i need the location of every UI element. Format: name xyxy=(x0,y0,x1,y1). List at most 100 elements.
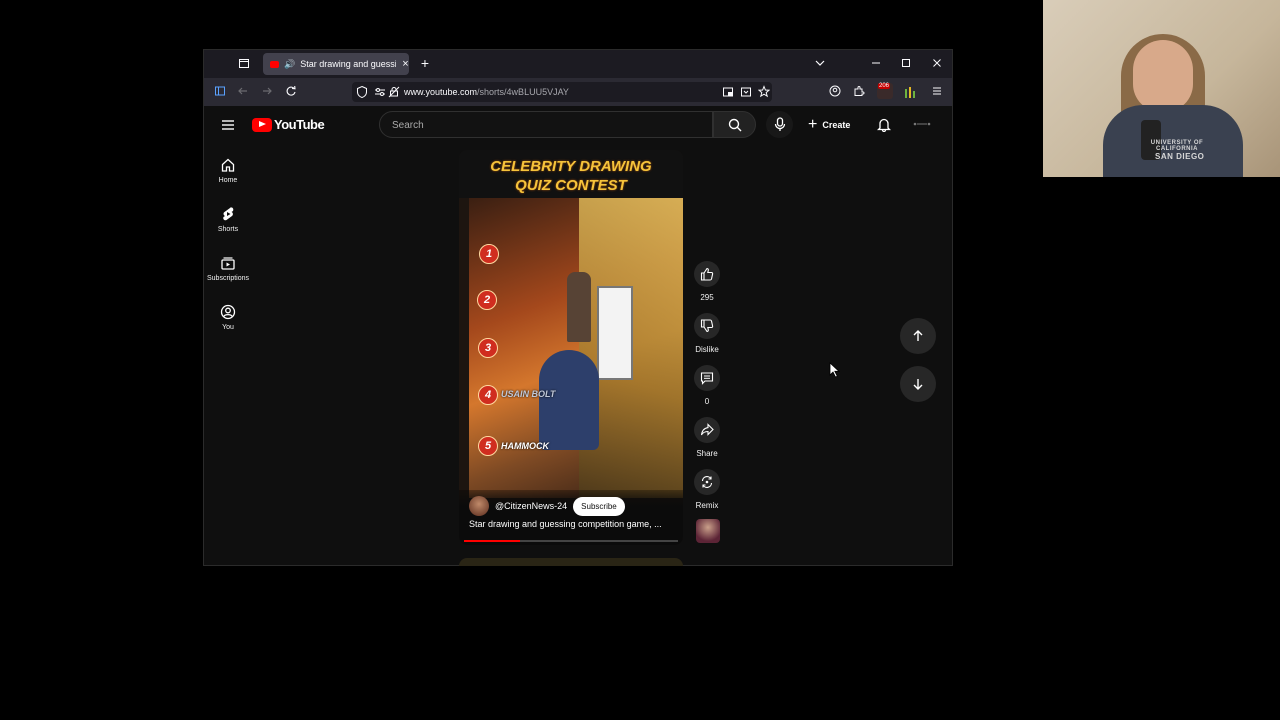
tab-close-icon[interactable]: × xyxy=(402,58,408,70)
webcam-overlay: UNIVERSITY OF CALIFORNIA SAN DIEGO xyxy=(1043,0,1280,177)
sidebar-item-shorts[interactable]: Shorts xyxy=(204,206,252,233)
tracking-shield-icon[interactable] xyxy=(356,85,370,99)
search-box xyxy=(379,111,713,139)
channel-avatar[interactable] xyxy=(469,496,489,516)
tab-title: Star drawing and guessing xyxy=(300,59,397,69)
overlay-number-5: 5 xyxy=(478,436,498,456)
extensions-icon[interactable] xyxy=(853,85,867,97)
sidebar-item-you[interactable]: You xyxy=(204,304,252,331)
dislike-button[interactable]: Dislike xyxy=(694,313,720,354)
share-icon xyxy=(700,423,714,436)
next-short-button[interactable] xyxy=(900,366,936,402)
comments-button[interactable]: 0 xyxy=(694,365,720,406)
account-icon[interactable] xyxy=(829,85,843,97)
sidebar-label-home: Home xyxy=(218,177,238,184)
extension-badge: 206 xyxy=(878,83,891,89)
back-icon[interactable] xyxy=(237,85,251,97)
reload-icon[interactable] xyxy=(285,85,299,97)
picture-in-picture-icon[interactable] xyxy=(722,85,736,99)
channel-row: @CitizenNews-24 Subscribe xyxy=(469,496,625,516)
forward-icon[interactable] xyxy=(261,85,275,97)
share-label: Share xyxy=(696,449,718,458)
search-icon xyxy=(728,118,741,132)
remix-icon xyxy=(701,476,713,488)
dislike-label: Dislike xyxy=(695,345,719,354)
tab-active[interactable]: 🔊 Star drawing and guessing × xyxy=(263,53,409,75)
youtube-favicon-icon xyxy=(270,60,279,68)
search-button[interactable] xyxy=(713,111,756,138)
lock-slash-icon[interactable] xyxy=(388,85,402,99)
overlay-number-2: 2 xyxy=(477,290,497,310)
youtube-logo-text: YouTube xyxy=(274,117,325,132)
like-button[interactable]: 295 xyxy=(694,261,720,302)
shorts-icon xyxy=(223,207,234,221)
sound-thumbnail[interactable] xyxy=(696,519,720,543)
webcam-person-face xyxy=(1133,40,1193,112)
equalizer-extension-icon[interactable] xyxy=(904,86,918,98)
sidebar-item-subscriptions[interactable]: Subscriptions xyxy=(204,255,252,282)
like-count: 295 xyxy=(700,293,714,302)
overlay-label-5: HAMMOCK xyxy=(501,441,549,451)
sidebar-toggle-icon[interactable] xyxy=(214,85,228,97)
remix-button[interactable]: Remix xyxy=(694,469,720,510)
maximize-icon[interactable] xyxy=(900,57,914,69)
bookmark-star-icon[interactable] xyxy=(758,85,772,99)
sidebar-label-shorts: Shorts xyxy=(217,226,239,233)
video-title[interactable]: Star drawing and guessing competition ga… xyxy=(469,519,674,529)
channel-name[interactable]: @CitizenNews-24 xyxy=(495,501,567,511)
browser-navbar: www.youtube.com/shorts/4wBLUU5VJAY 206 xyxy=(204,78,952,106)
thumbs-up-icon xyxy=(700,267,714,281)
speaker-icon[interactable]: 🔊 xyxy=(284,59,295,70)
sidebar-label-subscriptions: Subscriptions xyxy=(206,275,250,282)
video-person-seated xyxy=(539,350,599,450)
overlay-label-4: USAIN BOLT xyxy=(501,389,556,399)
share-button[interactable]: Share xyxy=(694,417,720,458)
overlay-number-3: 3 xyxy=(478,338,498,358)
webcam-shirt-text: UNIVERSITY OF CALIFORNIA SAN DIEGO xyxy=(1150,140,1205,161)
video-drawing-board xyxy=(597,286,633,380)
account-loading-icon[interactable] xyxy=(912,121,932,127)
video-banner-text: CELEBRITY DRAWING QUIZ CONTEST xyxy=(490,158,652,194)
guide-menu-icon[interactable] xyxy=(221,118,235,132)
ublock-extension-icon[interactable]: 206 xyxy=(877,83,893,99)
youtube-logo[interactable]: YouTube xyxy=(252,117,325,132)
mouse-cursor-icon xyxy=(829,362,840,378)
youtube-page: YouTube + Create Home Shorts xyxy=(204,106,952,566)
arrow-down-icon xyxy=(913,379,923,390)
home-icon xyxy=(221,158,235,172)
close-window-icon[interactable] xyxy=(931,57,945,69)
notifications-bell-icon[interactable] xyxy=(877,117,891,132)
you-icon xyxy=(220,304,236,320)
new-tab-button[interactable]: + xyxy=(418,56,432,70)
plus-icon: + xyxy=(808,116,818,133)
next-short-preview[interactable] xyxy=(459,558,683,566)
comments-count: 0 xyxy=(704,397,710,406)
remix-label: Remix xyxy=(695,501,719,510)
sidebar-item-home[interactable]: Home xyxy=(204,157,252,184)
shorts-video-player[interactable]: CELEBRITY DRAWING QUIZ CONTEST 1 2 3 4 U… xyxy=(459,150,683,545)
minimize-icon[interactable] xyxy=(870,57,884,69)
url-text[interactable]: www.youtube.com/shorts/4wBLUU5VJAY xyxy=(404,82,569,102)
comment-icon xyxy=(700,372,714,385)
create-label: Create xyxy=(822,119,851,130)
subscribe-button[interactable]: Subscribe xyxy=(573,496,625,516)
microphone-icon xyxy=(774,117,785,131)
video-person-drawing xyxy=(567,272,591,342)
sidebar-label-you: You xyxy=(222,324,234,331)
overlay-number-1: 1 xyxy=(479,244,499,264)
video-progress-bar[interactable] xyxy=(464,540,678,542)
overlay-number-4: 4 xyxy=(478,385,498,405)
list-all-tabs-icon[interactable] xyxy=(814,57,828,69)
previous-short-button[interactable] xyxy=(900,318,936,354)
permissions-icon[interactable] xyxy=(374,85,388,99)
create-button[interactable]: + Create xyxy=(802,111,858,138)
app-menu-icon[interactable] xyxy=(931,85,945,97)
browser-titlebar: 🔊 Star drawing and guessing × + xyxy=(204,50,952,78)
video-info-overlay: @CitizenNews-24 Subscribe Star drawing a… xyxy=(459,490,683,545)
voice-search-button[interactable] xyxy=(766,111,793,138)
save-to-pocket-icon[interactable] xyxy=(740,85,754,99)
tab-list-icon[interactable] xyxy=(238,57,252,69)
search-input[interactable] xyxy=(390,112,704,139)
address-bar[interactable]: www.youtube.com/shorts/4wBLUU5VJAY xyxy=(352,82,772,102)
youtube-play-icon xyxy=(252,117,272,132)
